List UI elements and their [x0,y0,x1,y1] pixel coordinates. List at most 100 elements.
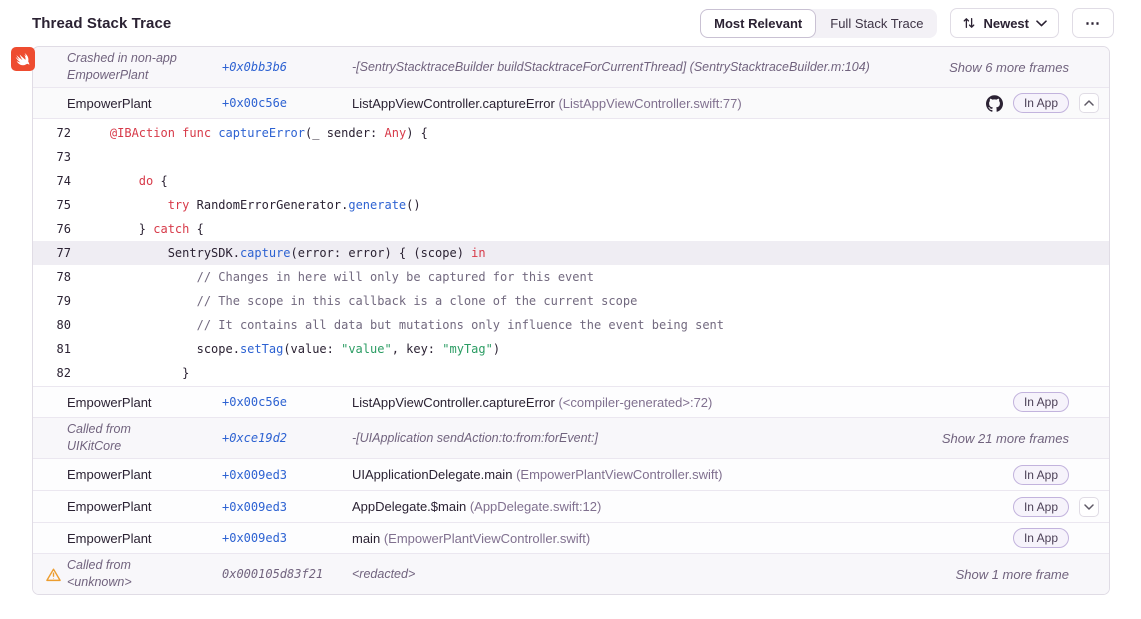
code-token: "myTag" [442,342,493,356]
expand-frame-button[interactable] [1079,497,1099,517]
line-number: 75 [33,193,81,217]
frame-row-collapsed-uikitcore[interactable]: Called from UIKitCore +0xce19d2 -[UIAppl… [33,418,1109,459]
line-number: 78 [33,265,81,289]
frame-function: UIApplicationDelegate.main (EmpowerPlant… [352,467,1013,482]
swift-platform-icon [11,47,35,71]
in-app-badge: In App [1013,528,1069,548]
code-token: catch [153,222,189,236]
more-options-button[interactable]: ⋯ [1072,8,1114,38]
code-token: (error: error) { (scope) [291,246,472,260]
code-line-73: 73 [33,145,1109,169]
code-line-72: 72 @IBAction func captureError(_ sender:… [33,121,1109,145]
line-number: 76 [33,217,81,241]
show-more-frames-link[interactable]: Show 6 more frames [949,60,1069,75]
frame-file: (AppDelegate.swift:12) [470,499,602,514]
chevron-slot-empty [1079,528,1099,548]
line-number: 79 [33,289,81,313]
frame-file: (EmpowerPlantViewController.swift) [384,531,590,546]
code-text: } catch { [81,217,1109,241]
chevron-down-icon [1036,20,1047,27]
frame-address: +0x009ed3 [222,531,352,545]
frame-address: 0x000105d83f21 [222,567,352,581]
code-token: captureError [218,126,305,140]
code-token: () [406,198,420,212]
thread-stack-trace-panel: Crashed in non-app EmpowerPlant +0x0bb3b… [32,46,1110,595]
frame-actions: In App [1013,497,1099,517]
code-line-82: 82 } [33,361,1109,385]
show-more-frames-link[interactable]: Show 1 more frame [956,567,1069,582]
toggle-full-stack-trace[interactable]: Full Stack Trace [816,9,937,38]
code-token: "value" [341,342,392,356]
frame-actions: Show 6 more frames [949,60,1099,75]
code-token: func [182,126,211,140]
frame-file: (EmpowerPlantViewController.swift) [516,467,722,482]
github-icon[interactable] [986,95,1003,112]
frame-package: EmpowerPlant [67,531,222,546]
frame-function: ListAppViewController.captureError (<com… [352,395,1013,410]
line-number: 81 [33,337,81,361]
frame-address: +0x00c56e [222,395,352,409]
frame-row-collapsed-crashed[interactable]: Crashed in non-app EmpowerPlant +0x0bb3b… [33,47,1109,88]
frame-actions: In App [986,93,1099,113]
frame-row-main[interactable]: EmpowerPlant +0x009ed3 main (EmpowerPlan… [33,523,1109,554]
frame-row-uiapplicationdelegate-main[interactable]: EmpowerPlant +0x009ed3 UIApplicationDele… [33,459,1109,491]
frame-file: (ListAppViewController.swift:77) [558,96,741,111]
frame-actions: In App [1013,465,1099,485]
frame-file: (SentryStacktraceBuilder.m:104) [690,60,870,74]
frame-package: Crashed in non-app EmpowerPlant [67,50,222,85]
code-line-79: 79 // The scope in this callback is a cl… [33,289,1109,313]
code-token [81,294,197,308]
frame-address: +0x0bb3b6 [222,60,352,74]
warning-icon [45,566,67,583]
sort-newest-button[interactable]: Newest [950,8,1059,38]
collapse-frame-button[interactable] [1079,93,1099,113]
code-token [81,270,197,284]
frame-function: main (EmpowerPlantViewController.swift) [352,531,1013,546]
code-token: { [189,222,203,236]
chevron-slot-empty [1079,392,1099,412]
frame-row-captureerror-compiler[interactable]: EmpowerPlant +0x00c56e ListAppViewContro… [33,387,1109,418]
line-number: 80 [33,313,81,337]
code-token: (_ sender: [305,126,384,140]
code-token: , key: [392,342,443,356]
line-number: 82 [33,361,81,385]
code-line-76: 76 } catch { [33,217,1109,241]
toggle-most-relevant[interactable]: Most Relevant [700,9,816,38]
show-more-frames-link[interactable]: Show 21 more frames [942,431,1069,446]
frame-function: AppDelegate.$main (AppDelegate.swift:12) [352,499,1013,514]
code-text: SentrySDK.capture(error: error) { (scope… [81,241,1109,265]
frame-actions: In App [1013,528,1099,548]
view-toggle: Most Relevant Full Stack Trace [700,9,937,38]
code-token: generate [348,198,406,212]
frame-package: EmpowerPlant [67,96,222,111]
frame-actions: Show 21 more frames [942,431,1099,446]
frame-address: +0x00c56e [222,96,352,110]
line-number: 72 [33,121,81,145]
frame-function: -[UIApplication sendAction:to:from:forEv… [352,431,942,445]
frame-row-appdelegate-main[interactable]: EmpowerPlant +0x009ed3 AppDelegate.$main… [33,491,1109,523]
code-token: SentrySDK. [81,246,240,260]
code-text: @IBAction func captureError(_ sender: An… [81,121,1109,145]
frame-package: EmpowerPlant [67,395,222,410]
code-token: } [81,366,189,380]
code-token: @IBAction [110,126,175,140]
code-token: try [168,198,190,212]
code-token: do [139,174,153,188]
code-text: } [81,361,1109,385]
frame-row-captureerror-expanded[interactable]: EmpowerPlant +0x00c56e ListAppViewContro… [33,88,1109,119]
code-text: // Changes in here will only be captured… [81,265,1109,289]
code-line-74: 74 do { [33,169,1109,193]
frame-file: (<compiler-generated>:72) [558,395,712,410]
code-line-80: 80 // It contains all data but mutations… [33,313,1109,337]
frame-row-collapsed-unknown[interactable]: Called from <unknown> 0x000105d83f21 <re… [33,554,1109,594]
frame-package: EmpowerPlant [67,467,222,482]
code-line-77: 77 SentrySDK.capture(error: error) { (sc… [33,241,1109,265]
code-token: in [471,246,485,260]
code-text: // The scope in this callback is a clone… [81,289,1109,313]
in-app-badge: In App [1013,497,1069,517]
code-token: // Changes in here will only be captured… [197,270,594,284]
chevron-slot-empty [1079,465,1099,485]
line-number: 73 [33,145,81,169]
frame-actions: In App [1013,392,1099,412]
code-token: (value: [283,342,341,356]
